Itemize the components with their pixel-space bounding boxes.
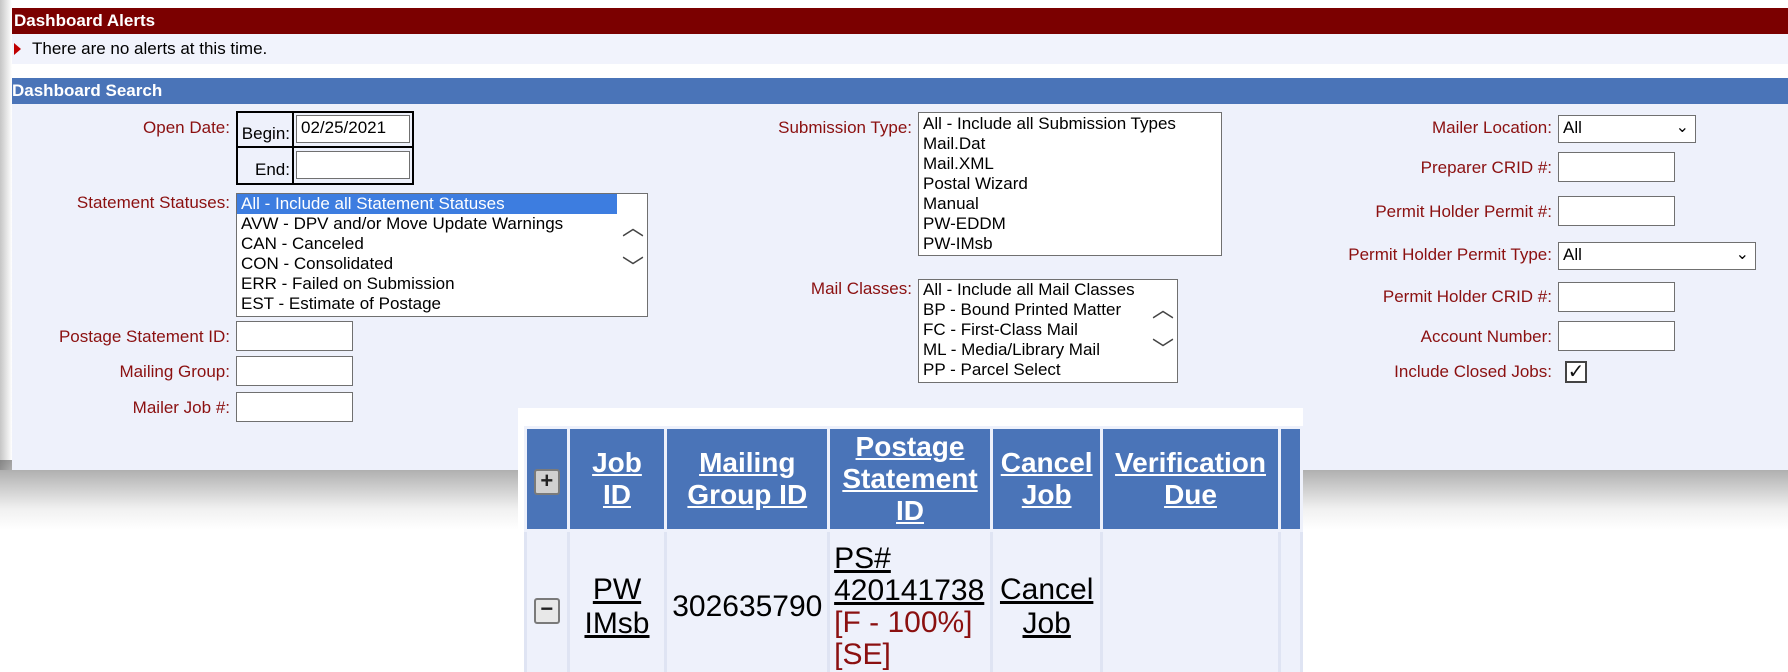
header-verification-due[interactable]: Verification Due bbox=[1100, 426, 1281, 532]
header-postage-statement-id[interactable]: Postage Statement ID bbox=[827, 426, 993, 532]
header-mailing-group-id[interactable]: Mailing Group ID bbox=[664, 426, 831, 532]
collapse-icon[interactable]: − bbox=[533, 598, 560, 624]
list-option[interactable]: All - Include all Mail Classes bbox=[919, 280, 1177, 300]
statement-status: [F - 100%] bbox=[834, 606, 973, 639]
expand-icon[interactable]: + bbox=[533, 469, 560, 495]
chevron-down-icon: ⌄ bbox=[1675, 119, 1689, 136]
postage-statement-id-label: Postage Statement ID: bbox=[58, 327, 230, 346]
scroll-up-icon[interactable]: ︿ bbox=[1149, 296, 1177, 324]
sort-postage-statement-link[interactable]: Postage Statement ID bbox=[842, 431, 977, 526]
end-date-input[interactable] bbox=[296, 151, 410, 179]
submission-type-listbox[interactable]: All - Include all Submission Types Mail.… bbox=[918, 112, 1222, 256]
mailer-location-select[interactable]: All ⌄ bbox=[1558, 115, 1696, 143]
collapse-cell: − bbox=[524, 529, 570, 672]
expand-all-header: + bbox=[524, 426, 570, 532]
list-option[interactable]: PW-IMsb bbox=[919, 234, 1221, 254]
sort-job-id-link[interactable]: Job ID bbox=[592, 447, 642, 510]
divider bbox=[236, 146, 414, 148]
permit-holder-permit-type-select[interactable]: All ⌄ bbox=[1558, 242, 1756, 270]
scroll-down-icon[interactable]: ﹀ bbox=[1149, 336, 1177, 364]
chevron-down-icon: ⌄ bbox=[1735, 246, 1749, 263]
statement-statuses-listbox[interactable]: All - Include all Statement Statuses AVW… bbox=[236, 193, 648, 317]
account-number-input[interactable] bbox=[1558, 321, 1675, 351]
mail-classes-listbox[interactable]: All - Include all Mail Classes BP - Boun… bbox=[918, 279, 1178, 383]
mailer-job-label: Mailer Job #: bbox=[132, 398, 230, 417]
list-option[interactable]: CAN - Canceled bbox=[237, 234, 647, 254]
submission-type-label: Submission Type: bbox=[778, 118, 912, 137]
sort-mailing-group-link[interactable]: Mailing Group ID bbox=[687, 447, 807, 510]
scroll-up-icon[interactable]: ︿ bbox=[619, 214, 647, 242]
permit-holder-permit-input[interactable] bbox=[1558, 196, 1675, 226]
preparer-crid-label: Preparer CRID #: bbox=[1420, 158, 1552, 177]
permit-holder-permit-label: Permit Holder Permit #: bbox=[1375, 202, 1552, 221]
list-option[interactable]: BP - Bound Printed Matter bbox=[919, 300, 1177, 320]
job-id-cell: PW IMsb bbox=[566, 529, 668, 672]
end-label: End: bbox=[255, 160, 290, 179]
sort-verification-due-link[interactable]: Verification Due bbox=[1115, 447, 1266, 510]
panel-shadow-left bbox=[0, 0, 12, 470]
header-cancel-job[interactable]: Cancel Job bbox=[989, 426, 1104, 532]
permit-holder-crid-label: Permit Holder CRID #: bbox=[1382, 287, 1552, 306]
list-option[interactable]: Mail.Dat bbox=[919, 134, 1221, 154]
list-option[interactable]: PW-EDDM bbox=[919, 214, 1221, 234]
alerts-header: Dashboard Alerts bbox=[12, 8, 1788, 34]
mail-classes-label: Mail Classes: bbox=[810, 279, 912, 298]
results-table: + Job ID Mailing Group ID Postage Statement… bbox=[524, 426, 1303, 672]
scroll-down-icon[interactable]: ﹀ bbox=[619, 254, 647, 282]
cancel-job-cell: Cancel Job bbox=[989, 529, 1104, 672]
job-id-link[interactable]: PW IMsb bbox=[584, 573, 649, 640]
search-header: Dashboard Search bbox=[12, 78, 1788, 104]
list-option[interactable]: EST - Estimate of Postage bbox=[237, 294, 647, 314]
postage-statement-link[interactable]: PS# 420141738 bbox=[834, 542, 984, 607]
divider bbox=[292, 111, 294, 185]
sort-cancel-job-link[interactable]: Cancel Job bbox=[1001, 447, 1093, 510]
permit-type-value: All bbox=[1563, 245, 1582, 264]
begin-label: Begin: bbox=[241, 124, 290, 143]
mailer-job-input[interactable] bbox=[236, 392, 353, 422]
open-date-label: Open Date: bbox=[143, 118, 230, 137]
include-closed-jobs-checkbox[interactable]: ✓ bbox=[1565, 361, 1587, 383]
list-option[interactable]: Mail.XML bbox=[919, 154, 1221, 174]
preparer-crid-input[interactable] bbox=[1558, 152, 1675, 182]
list-option[interactable]: All - Include all Statement Statuses bbox=[237, 194, 617, 214]
next-column-cell bbox=[1277, 529, 1303, 672]
alert-row: There are no alerts at this time. bbox=[12, 34, 1788, 64]
mailing-group-input[interactable] bbox=[236, 356, 353, 386]
statement-statuses-label: Statement Statuses: bbox=[76, 193, 230, 212]
list-option[interactable]: Manual bbox=[919, 194, 1221, 214]
table-row: − PW IMsb 302635790 PS# 420141738 [F - 100… bbox=[524, 529, 1303, 672]
permit-holder-permit-type-label: Permit Holder Permit Type: bbox=[1348, 245, 1552, 264]
include-closed-jobs-label: Include Closed Jobs: bbox=[1394, 362, 1552, 381]
results-table-panel: + Job ID Mailing Group ID Postage Statement… bbox=[518, 408, 1303, 672]
mailing-group-label: Mailing Group: bbox=[119, 362, 230, 381]
mailer-location-label: Mailer Location: bbox=[1431, 118, 1552, 137]
mailing-group-id-cell: 302635790 bbox=[664, 529, 831, 672]
list-option[interactable]: CON - Consolidated bbox=[237, 254, 647, 274]
table-header-row: + Job ID Mailing Group ID Postage Statement… bbox=[524, 426, 1303, 532]
account-number-label: Account Number: bbox=[1420, 327, 1552, 346]
postage-statement-cell: PS# 420141738 [F - 100%] [SE] bbox=[827, 529, 993, 672]
list-option[interactable]: AVW - DPV and/or Move Update Warnings bbox=[237, 214, 647, 234]
list-option[interactable]: All - Include all Submission Types bbox=[919, 114, 1221, 134]
list-option[interactable]: Postal Wizard bbox=[919, 174, 1221, 194]
list-option[interactable]: ERR - Failed on Submission bbox=[237, 274, 647, 294]
alert-message: There are no alerts at this time. bbox=[32, 39, 268, 58]
bullet-arrow-icon bbox=[14, 43, 21, 55]
list-option[interactable]: PP - Parcel Select bbox=[919, 360, 1177, 380]
list-option[interactable]: ML - Media/Library Mail bbox=[919, 340, 1177, 360]
begin-date-input[interactable]: 02/25/2021 bbox=[296, 115, 410, 143]
mailer-location-value: All bbox=[1563, 118, 1582, 137]
permit-holder-crid-input[interactable] bbox=[1558, 282, 1675, 312]
verification-due-cell bbox=[1100, 529, 1281, 672]
statement-flag: [SE] bbox=[834, 638, 891, 671]
header-job-id[interactable]: Job ID bbox=[566, 426, 668, 532]
header-next-column bbox=[1277, 426, 1303, 532]
list-option[interactable]: FC - First-Class Mail bbox=[919, 320, 1177, 340]
postage-statement-id-input[interactable] bbox=[236, 321, 353, 351]
cancel-job-link[interactable]: Cancel Job bbox=[1000, 573, 1093, 640]
